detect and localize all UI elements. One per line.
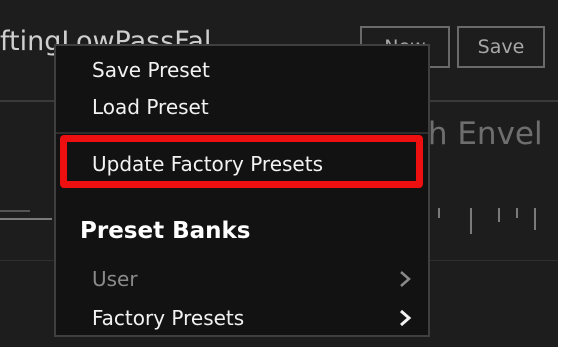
- highlight-annotation-box: [60, 135, 423, 188]
- envelope-tick: [534, 208, 536, 230]
- preset-banks-heading: Preset Banks: [80, 218, 251, 244]
- preset-context-menu: Save Preset Load Preset Update Factory P…: [54, 44, 430, 337]
- envelope-tick: [516, 208, 518, 218]
- menu-item-user-bank[interactable]: User: [92, 267, 138, 291]
- envelope-curve-segment: [0, 210, 30, 212]
- envelope-tick: [498, 208, 500, 222]
- envelope-tick: [438, 208, 440, 218]
- screenshot-frame: ftingLowPassFal New Save dth Envel Save …: [0, 0, 561, 354]
- save-button[interactable]: Save: [457, 26, 545, 68]
- menu-item-save-preset[interactable]: Save Preset: [92, 58, 210, 82]
- envelope-curve: [0, 218, 52, 220]
- menu-separator: [56, 132, 428, 134]
- chevron-right-icon: [400, 271, 411, 287]
- envelope-tick: [470, 208, 472, 234]
- menu-item-factory-presets-bank[interactable]: Factory Presets: [92, 306, 244, 330]
- chevron-right-icon: [400, 309, 412, 327]
- menu-item-load-preset[interactable]: Load Preset: [92, 95, 209, 119]
